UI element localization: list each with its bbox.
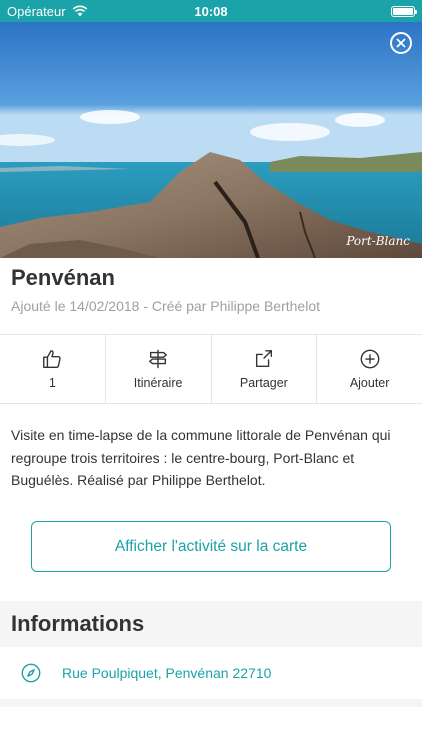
itinerary-label: Itinéraire	[133, 376, 183, 390]
added-date: Ajouté le 14/02/2018	[11, 298, 140, 314]
address-text: Rue Poulpiquet, Penvénan 22710	[62, 665, 272, 681]
informations-section: Informations Rue Poulpiquet, Penvénan 22…	[0, 601, 422, 707]
photo-watermark: Port-Blanc	[346, 234, 410, 248]
status-left: Opérateur	[7, 4, 88, 19]
close-button[interactable]	[390, 32, 412, 54]
plus-circle-icon	[360, 349, 380, 369]
creator: Créé par Philippe Berthelot	[151, 298, 321, 314]
share-label: Partager	[239, 376, 288, 390]
add-label: Ajouter	[349, 376, 390, 390]
like-button[interactable]: 1	[0, 335, 106, 403]
itinerary-button[interactable]: Itinéraire	[106, 335, 212, 403]
thumbs-up-icon	[43, 350, 62, 368]
share-button[interactable]: Partager	[212, 335, 318, 403]
show-on-map-button[interactable]: Afficher l'activité sur la carte	[31, 521, 391, 572]
add-button[interactable]: Ajouter	[317, 335, 422, 403]
activity-description: Visite en time-lapse de la commune litto…	[11, 427, 391, 488]
battery-icon	[391, 5, 417, 17]
compass-icon	[21, 663, 41, 683]
activity-subtitle: Ajouté le 14/02/2018 - Créé par Philippe…	[11, 298, 320, 314]
wifi-icon	[72, 5, 87, 17]
signpost-icon	[149, 349, 168, 369]
address-row[interactable]: Rue Poulpiquet, Penvénan 22710	[0, 647, 422, 699]
carrier-label: Opérateur	[7, 3, 66, 19]
status-bar: Opérateur 10:08	[0, 0, 422, 22]
like-count: 1	[48, 376, 56, 390]
close-icon	[396, 38, 406, 48]
hero-illustration	[0, 22, 422, 258]
action-bar: 1 Itinéraire Partager Ajouter	[0, 334, 422, 404]
informations-title: Informations	[11, 611, 145, 636]
hero-image: Port-Blanc	[0, 22, 422, 258]
activity-title: Penvénan	[11, 265, 115, 290]
share-icon	[255, 350, 272, 368]
subtitle-separator: -	[139, 298, 152, 314]
